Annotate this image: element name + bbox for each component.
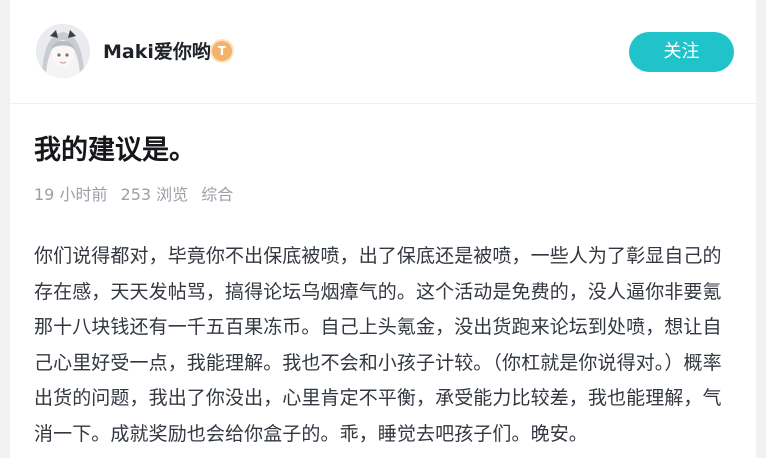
post-time: 19 小时前 xyxy=(34,185,108,204)
post-category[interactable]: 综合 xyxy=(201,185,233,204)
post-body: 你们说得都对，毕竟你不出保底被喷，出了保底还是被喷，一些人为了彰显自己的存在感，… xyxy=(34,245,722,445)
follow-button[interactable]: 关注 xyxy=(629,32,734,72)
post-header: Maki爱你哟 T 关注 xyxy=(10,0,756,104)
post-card: Maki爱你哟 T 关注 我的建议是。 19 小时前 253 浏览 综合 你们说… xyxy=(10,0,756,458)
avatar-image xyxy=(36,24,90,78)
post-views: 253 浏览 xyxy=(120,185,189,204)
author-name[interactable]: Maki爱你哟 xyxy=(103,39,211,65)
author-avatar[interactable] xyxy=(36,24,90,78)
level-badge-icon: T xyxy=(212,41,232,61)
post-title: 我的建议是。 xyxy=(34,135,196,166)
post-meta: 19 小时前 253 浏览 综合 xyxy=(34,183,241,207)
